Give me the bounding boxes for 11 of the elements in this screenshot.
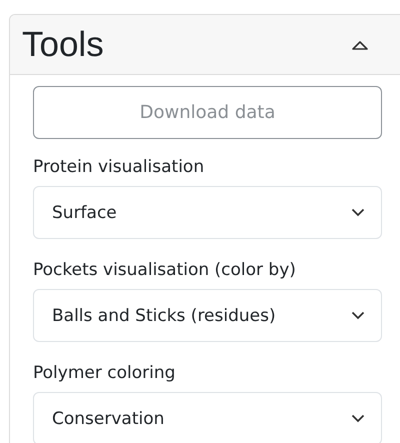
- chevron-down-icon: [351, 311, 365, 320]
- select-label: Pockets visualisation (color by): [33, 262, 297, 279]
- dropdown-select[interactable]: Surface: [33, 186, 382, 239]
- dropdown-select[interactable]: Conservation: [33, 392, 382, 443]
- chevron-down-icon: [351, 208, 365, 217]
- panel-title: Tools: [22, 27, 104, 62]
- chevron-down-icon: [351, 414, 365, 423]
- select-label: Polymer coloring: [33, 365, 176, 382]
- dropdown-select[interactable]: Balls and Sticks (residues): [33, 289, 382, 342]
- collapse-toggle-icon[interactable]: [351, 38, 369, 50]
- select-label: Protein visualisation: [33, 159, 206, 176]
